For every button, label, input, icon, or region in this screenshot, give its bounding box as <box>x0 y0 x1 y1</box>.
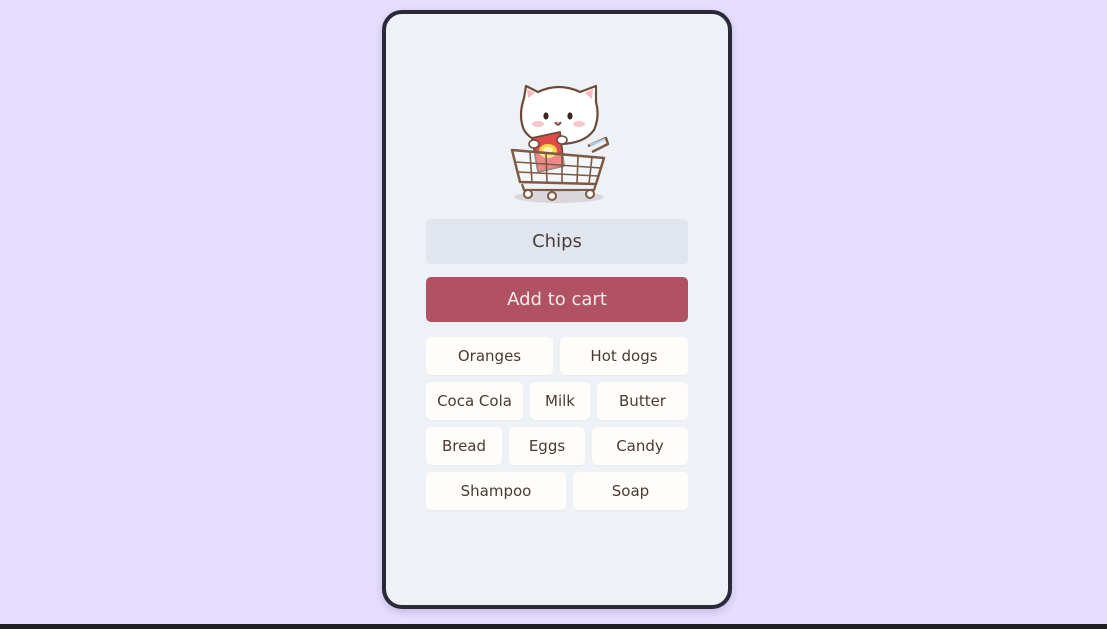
chip-row: Oranges Hot dogs <box>426 337 688 375</box>
item-chip-milk[interactable]: Milk <box>530 382 590 420</box>
item-chip-eggs[interactable]: Eggs <box>509 427 585 465</box>
screen-bottom-bar <box>0 624 1107 629</box>
chip-row: Coca Cola Milk Butter <box>426 382 688 420</box>
item-chip-candy[interactable]: Candy <box>592 427 688 465</box>
cat-shopping-cart-icon <box>510 84 610 203</box>
item-chip-soap[interactable]: Soap <box>573 472 688 510</box>
item-chip-hot-dogs[interactable]: Hot dogs <box>560 337 688 375</box>
item-chip-coca-cola[interactable]: Coca Cola <box>426 382 523 420</box>
item-chip-oranges[interactable]: Oranges <box>426 337 553 375</box>
item-name-input[interactable] <box>426 219 688 264</box>
add-to-cart-button[interactable]: Add to cart <box>426 277 688 322</box>
item-chip-shampoo[interactable]: Shampoo <box>426 472 566 510</box>
quick-items-list: Oranges Hot dogs Coca Cola Milk Butter B… <box>426 337 688 517</box>
app-card: Add to cart Oranges Hot dogs Coca Cola M… <box>382 10 732 609</box>
item-chip-bread[interactable]: Bread <box>426 427 502 465</box>
chip-row: Bread Eggs Candy <box>426 427 688 465</box>
chip-row: Shampoo Soap <box>426 472 688 510</box>
item-chip-butter[interactable]: Butter <box>597 382 688 420</box>
